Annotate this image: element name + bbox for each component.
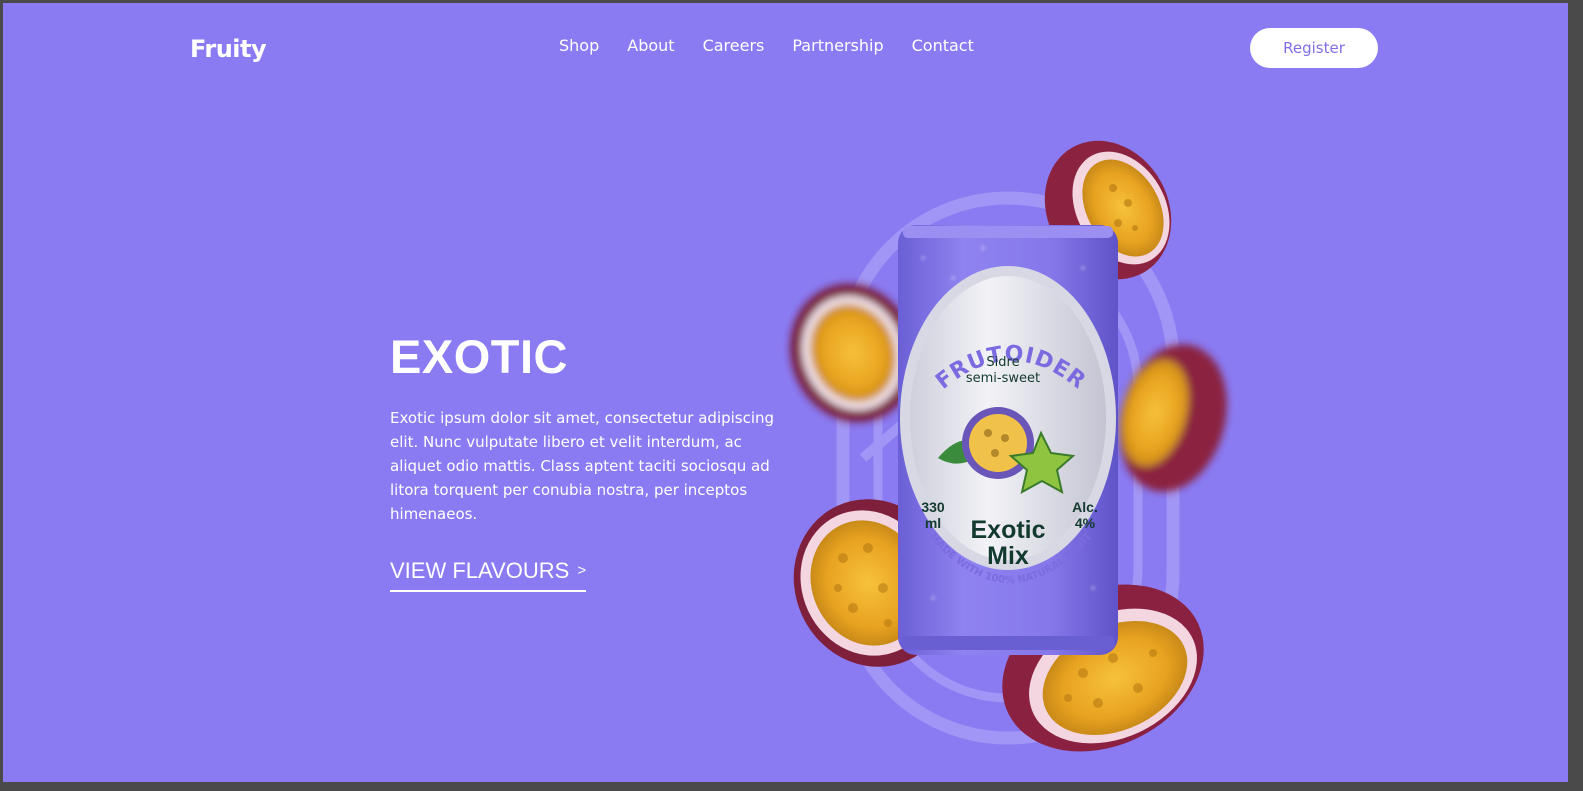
cta-label: VIEW FLAVOURS	[390, 558, 570, 583]
view-flavours-link[interactable]: VIEW FLAVOURS >	[390, 558, 587, 592]
product-subtitle-line1: Sidre	[986, 355, 1020, 370]
bottom-arc: MADE WITH 100% NATURAL FRUIT	[918, 523, 1103, 603]
alcohol-label: Alc.	[1072, 499, 1098, 515]
nav-contact[interactable]: Contact	[912, 36, 974, 55]
svg-text:MADE WITH 100% NATURAL FRUIT: MADE WITH 100% NATURAL FRUIT	[927, 531, 1094, 586]
bottom-arc-text: MADE WITH 100% NATURAL FRUIT	[927, 531, 1094, 586]
passion-fruit-right-icon	[1119, 344, 1227, 492]
product-subtitle-line2: semi-sweet	[965, 371, 1041, 386]
logo[interactable]: Fruity	[190, 35, 267, 63]
hero-description: Exotic ipsum dolor sit amet, consectetur…	[390, 409, 775, 523]
product-subtitle: Sidre semi-sweet	[958, 355, 1048, 387]
volume-value: 330	[921, 499, 945, 515]
main-nav: Shop About Careers Partnership Contact	[559, 36, 974, 55]
page: Fruity Shop About Careers Partnership Co…	[3, 3, 1568, 782]
nav-about[interactable]: About	[627, 36, 674, 55]
nav-careers[interactable]: Careers	[703, 36, 765, 55]
hero-title: EXOTIC	[390, 330, 568, 383]
nav-partnership[interactable]: Partnership	[792, 36, 883, 55]
nav-shop[interactable]: Shop	[559, 36, 599, 55]
chevron-right-icon: >	[577, 562, 587, 579]
product-illustration	[790, 140, 1227, 752]
register-button[interactable]: Register	[1250, 28, 1378, 68]
bottom-arc-svg: MADE WITH 100% NATURAL FRUIT	[927, 531, 1094, 586]
